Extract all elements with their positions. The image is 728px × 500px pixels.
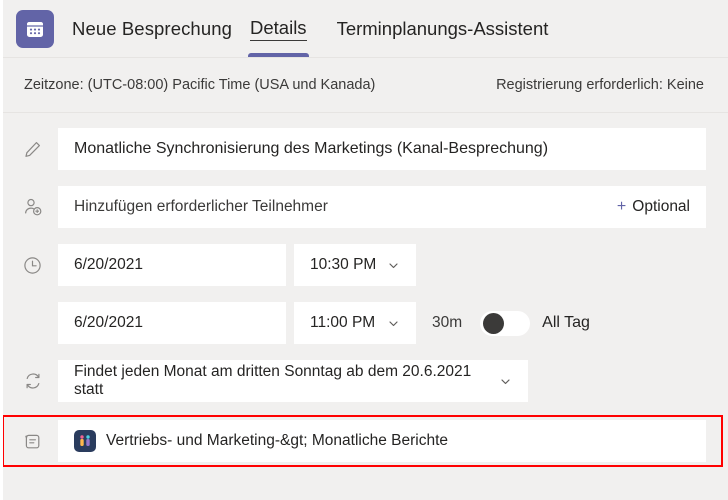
all-day-label: All Tag [542, 314, 590, 331]
add-optional-button[interactable]: + Optional [617, 198, 690, 216]
add-optional-label: Optional [632, 198, 690, 215]
end-date-input[interactable]: 6/20/2021 [58, 302, 286, 344]
calendar-icon [16, 9, 54, 48]
start-date-input[interactable]: 6/20/2021 [58, 244, 286, 286]
start-time-value: 10:30 PM [310, 256, 377, 273]
meeting-title-value: Monatliche Synchronisierung des Marketin… [74, 140, 549, 157]
add-person-icon [22, 196, 58, 218]
attendees-row: Hinzufügen erforderlicher Teilnehmer + O… [0, 178, 728, 236]
chevron-down-icon [499, 375, 512, 388]
recurrence-select[interactable]: Findet jeden Monat am dritten Sonntag ab… [58, 360, 528, 402]
recurrence-row: Findet jeden Monat am dritten Sonntag ab… [0, 352, 728, 410]
channel-row-wrapper: Vertriebs- und Marketing-&gt; Monatliche… [0, 412, 728, 470]
page-title: Neue Besprechung [72, 17, 232, 39]
all-day-toggle-knob [483, 312, 505, 334]
meeting-title-input[interactable]: Monatliche Synchronisierung des Marketin… [58, 128, 706, 170]
tab-details-label: Details [250, 17, 307, 41]
chevron-down-icon [387, 259, 400, 272]
end-date-value: 6/20/2021 [74, 314, 143, 331]
recurrence-value: Findet jeden Monat am dritten Sonntag ab… [74, 363, 472, 398]
info-bar: Zeitzone: (UTC-08:00) Pacific Time (USA … [0, 57, 728, 113]
start-datetime-row: 6/20/2021 10:30 PM [0, 236, 728, 294]
channel-icon [22, 431, 58, 452]
plus-icon: + [616, 198, 627, 215]
team-avatar-icon [74, 430, 96, 452]
required-attendees-input[interactable]: Hinzufügen erforderlicher Teilnehmer + O… [58, 186, 706, 228]
channel-row: Vertriebs- und Marketing-&gt; Monatliche… [0, 412, 728, 470]
repeat-icon [22, 370, 58, 392]
pencil-icon [22, 139, 58, 160]
tab-bar: Details Terminplanungs-Assistent [246, 0, 552, 57]
title-row: Monatliche Synchronisierung des Marketin… [0, 120, 728, 178]
window-header: Neue Besprechung Details Terminplanungs-… [0, 0, 728, 57]
channel-value: Vertriebs- und Marketing-&gt; Monatliche… [106, 432, 449, 449]
tab-scheduling-assistant[interactable]: Terminplanungs-Assistent [333, 0, 553, 57]
start-time-select[interactable]: 10:30 PM [294, 244, 416, 286]
channel-select[interactable]: Vertriebs- und Marketing-&gt; Monatliche… [58, 420, 706, 462]
left-edge-strip [0, 0, 3, 500]
end-datetime-row: 6/20/2021 11:00 PM 30m All Tag [0, 294, 728, 352]
required-attendees-placeholder: Hinzufügen erforderlicher Teilnehmer [74, 198, 328, 215]
registration-label: Registrierung erforderlich: Keine [496, 77, 704, 93]
duration-label: 30m [432, 314, 463, 331]
tab-details[interactable]: Details [246, 0, 311, 57]
clock-icon [22, 255, 58, 276]
all-day-toggle[interactable] [479, 309, 532, 337]
meeting-form: Monatliche Synchronisierung des Marketin… [0, 113, 728, 500]
meeting-details-window: Neue Besprechung Details Terminplanungs-… [0, 0, 728, 500]
start-date-value: 6/20/2021 [74, 256, 143, 273]
end-time-value: 11:00 PM [310, 314, 376, 331]
timezone-label: Zeitzone: (UTC-08:00) Pacific Time (USA … [24, 77, 376, 93]
end-time-select[interactable]: 11:00 PM [294, 302, 416, 344]
chevron-down-icon [387, 317, 400, 330]
tab-scheduling-assistant-label: Terminplanungs-Assistent [336, 17, 549, 39]
